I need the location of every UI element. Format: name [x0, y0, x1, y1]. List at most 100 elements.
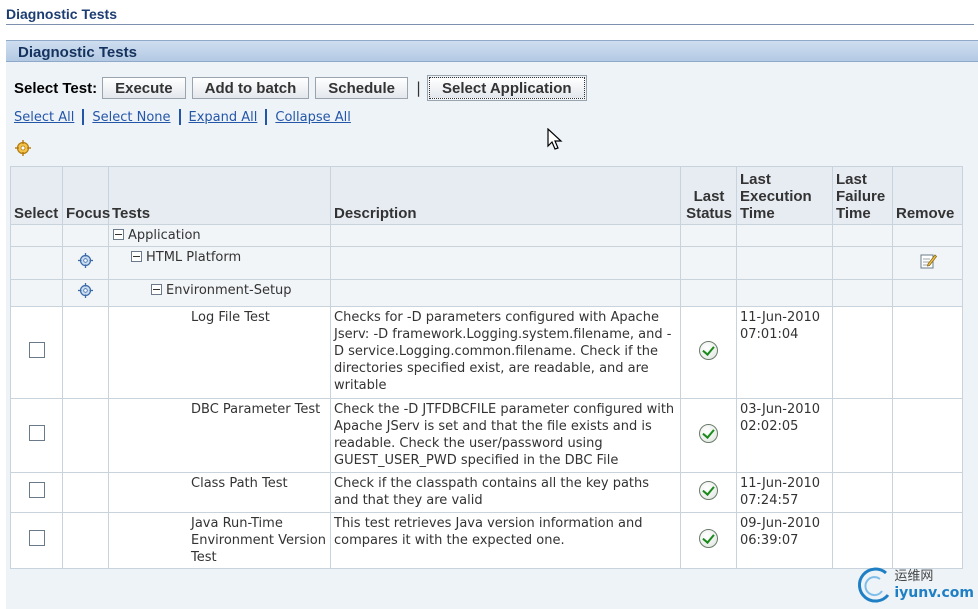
empty-cell [330, 279, 681, 307]
empty-cell [10, 279, 63, 307]
link-separator [265, 109, 268, 125]
tree-node-html-platform: HTML Platform [108, 246, 331, 280]
status-cell [680, 398, 737, 473]
select-cell [10, 306, 63, 399]
row-checkbox[interactable] [28, 530, 45, 546]
row-checkbox[interactable] [28, 342, 45, 358]
select-none-link[interactable]: Select None [92, 110, 170, 125]
empty-cell [832, 512, 893, 569]
collapse-icon[interactable] [131, 251, 142, 262]
empty-cell [680, 224, 737, 247]
tree-row-environment-setup: Environment-Setup [10, 279, 963, 307]
empty-cell [330, 224, 681, 247]
test-description: Check the -D JTFDBCFILE parameter config… [330, 398, 681, 473]
table-header-row: Select Focus Tests Description Last Stat… [10, 166, 963, 225]
empty-cell [62, 398, 109, 473]
column-header-select: Select [10, 166, 63, 225]
exec-date: 11-Jun-2010 [740, 476, 821, 491]
test-name: Java Run-Time Environment Version Test [108, 512, 331, 569]
empty-cell [832, 246, 893, 280]
watermark-text: 运维网 iyunv.com [894, 569, 974, 601]
tree-node-environment-setup: Environment-Setup [108, 279, 331, 307]
tree-label[interactable]: Application [128, 228, 201, 243]
table-row: Class Path Test Check if the classpath c… [10, 472, 963, 513]
tree-row-application: Application [10, 224, 963, 247]
empty-cell [736, 246, 833, 280]
watermark-logo-icon [858, 567, 890, 603]
empty-cell [10, 246, 63, 280]
collapse-icon[interactable] [151, 284, 162, 295]
empty-cell [736, 279, 833, 307]
exec-date: 11-Jun-2010 [740, 310, 821, 325]
tree-label[interactable]: Environment-Setup [166, 283, 292, 298]
focus-icon[interactable] [77, 282, 94, 299]
empty-cell [892, 224, 963, 247]
column-header-last-execution-time: Last Execution Time [736, 166, 833, 225]
empty-cell [832, 224, 893, 247]
row-checkbox[interactable] [28, 425, 45, 441]
schedule-button[interactable]: Schedule [315, 77, 408, 99]
test-name: DBC Parameter Test [108, 398, 331, 473]
column-header-remove: Remove [892, 166, 963, 225]
add-to-batch-button[interactable]: Add to batch [191, 77, 310, 99]
success-icon [699, 423, 718, 443]
breadcrumb[interactable]: Diagnostic Tests [6, 6, 117, 22]
test-description: This test retrieves Java version informa… [330, 512, 681, 569]
column-header-last-status: Last Status [680, 166, 737, 225]
success-icon [699, 340, 718, 360]
empty-cell [680, 279, 737, 307]
empty-cell [62, 306, 109, 399]
mouse-cursor-icon [547, 128, 563, 150]
empty-cell [892, 472, 963, 513]
collapse-all-link[interactable]: Collapse All [275, 110, 351, 125]
exec-time: 07:01:04 [740, 327, 799, 342]
column-header-last-failure-time: Last Failure Time [832, 166, 893, 225]
edit-icon[interactable] [919, 252, 937, 270]
empty-cell [892, 398, 963, 473]
select-application-button[interactable]: Select Application [427, 75, 587, 101]
test-name: Log File Test [108, 306, 331, 399]
empty-cell [62, 512, 109, 569]
select-cell [10, 472, 63, 513]
exec-time: 02:02:05 [740, 419, 799, 434]
test-description: Checks for -D parameters configured with… [330, 306, 681, 399]
empty-cell [832, 472, 893, 513]
row-checkbox[interactable] [28, 482, 45, 498]
last-execution-time: 03-Jun-2010 02:02:05 [736, 398, 833, 473]
empty-cell [832, 306, 893, 399]
test-description: Check if the classpath contains all the … [330, 472, 681, 513]
empty-cell [736, 224, 833, 247]
section-title: Diagnostic Tests [18, 44, 137, 61]
empty-cell [330, 246, 681, 280]
focus-icon[interactable] [77, 252, 94, 269]
success-icon [699, 480, 718, 500]
select-test-toolbar: Select Test: Execute Add to batch Schedu… [14, 75, 591, 101]
section-header: Diagnostic Tests [6, 40, 978, 62]
remove-cell [892, 246, 963, 280]
link-separator [178, 109, 181, 125]
execute-button[interactable]: Execute [102, 77, 186, 99]
empty-cell [832, 279, 893, 307]
toolbar-separator: | [415, 79, 422, 97]
select-all-link[interactable]: Select All [14, 110, 74, 125]
exec-time: 07:24:57 [740, 493, 799, 508]
status-cell [680, 306, 737, 399]
selection-links: Select All Select None Expand All Collap… [14, 109, 351, 125]
select-cell [10, 512, 63, 569]
focus-cell [62, 279, 109, 307]
last-execution-time: 11-Jun-2010 07:24:57 [736, 472, 833, 513]
tree-row-html-platform: HTML Platform [10, 246, 963, 280]
empty-cell [832, 398, 893, 473]
empty-cell [892, 279, 963, 307]
empty-cell [10, 224, 63, 247]
status-cell [680, 512, 737, 569]
expand-all-link[interactable]: Expand All [189, 110, 258, 125]
diagnostic-tests-table: Select Focus Tests Description Last Stat… [10, 166, 963, 569]
exec-date: 09-Jun-2010 [740, 516, 821, 531]
table-row: DBC Parameter Test Check the -D JTFDBCFI… [10, 398, 963, 473]
tree-label[interactable]: HTML Platform [146, 250, 241, 265]
collapse-icon[interactable] [113, 229, 124, 240]
focus-icon[interactable] [14, 139, 32, 161]
select-cell [10, 398, 63, 473]
column-header-description: Description [330, 166, 681, 225]
